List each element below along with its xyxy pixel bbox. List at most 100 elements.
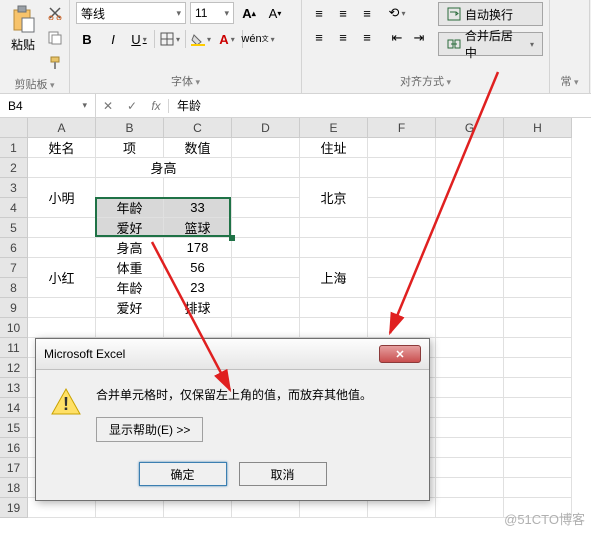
ok-button[interactable]: 确定 bbox=[139, 462, 227, 486]
cell[interactable] bbox=[232, 298, 300, 318]
cell[interactable]: 年龄 bbox=[96, 198, 164, 218]
cell[interactable] bbox=[436, 178, 504, 198]
cell[interactable] bbox=[300, 158, 368, 178]
row-header[interactable]: 12 bbox=[0, 358, 28, 378]
cell[interactable] bbox=[436, 418, 504, 438]
cell[interactable] bbox=[436, 358, 504, 378]
cell[interactable] bbox=[436, 338, 504, 358]
cell[interactable]: 体重 bbox=[96, 258, 164, 278]
fx-button[interactable]: fx bbox=[144, 99, 168, 113]
cell[interactable] bbox=[368, 318, 436, 338]
align-bottom-button[interactable]: ≡ bbox=[356, 2, 378, 24]
row-header[interactable]: 6 bbox=[0, 238, 28, 258]
cell[interactable] bbox=[300, 298, 368, 318]
cell[interactable] bbox=[368, 198, 436, 218]
phonetic-button[interactable]: wén文 bbox=[247, 28, 269, 50]
cell[interactable] bbox=[232, 138, 300, 158]
cell[interactable] bbox=[164, 318, 232, 338]
cell[interactable] bbox=[368, 298, 436, 318]
col-header[interactable]: B bbox=[96, 118, 164, 138]
font-name-select[interactable]: 等线▾ bbox=[76, 2, 186, 24]
cell[interactable] bbox=[232, 498, 300, 518]
cell[interactable] bbox=[436, 278, 504, 298]
cell[interactable] bbox=[504, 218, 572, 238]
enter-formula-button[interactable]: ✓ bbox=[120, 99, 144, 113]
cell[interactable] bbox=[368, 238, 436, 258]
row-header[interactable]: 2 bbox=[0, 158, 28, 178]
cell[interactable] bbox=[232, 238, 300, 258]
cell[interactable] bbox=[232, 178, 300, 198]
row-header[interactable]: 19 bbox=[0, 498, 28, 518]
cell[interactable] bbox=[504, 158, 572, 178]
cell[interactable] bbox=[164, 498, 232, 518]
increase-font-button[interactable]: A▴ bbox=[238, 2, 260, 24]
align-right-button[interactable]: ≡ bbox=[356, 26, 378, 48]
cell[interactable] bbox=[232, 198, 300, 218]
paste-button[interactable]: 粘贴 bbox=[6, 2, 40, 55]
cell[interactable] bbox=[504, 258, 572, 278]
dialog-close-button[interactable]: ✕ bbox=[379, 345, 421, 363]
increase-indent-button[interactable]: ⇥ bbox=[408, 27, 430, 49]
cell[interactable] bbox=[436, 318, 504, 338]
cell[interactable] bbox=[504, 138, 572, 158]
cell[interactable] bbox=[436, 158, 504, 178]
align-middle-button[interactable]: ≡ bbox=[332, 2, 354, 24]
cell[interactable]: 爱好 bbox=[96, 218, 164, 238]
cell[interactable] bbox=[28, 298, 96, 318]
cell[interactable]: 56 bbox=[164, 258, 232, 278]
row-header[interactable]: 13 bbox=[0, 378, 28, 398]
cell[interactable] bbox=[368, 278, 436, 298]
cell[interactable]: 178 bbox=[164, 238, 232, 258]
cell[interactable] bbox=[436, 138, 504, 158]
cell[interactable]: 篮球 bbox=[164, 218, 232, 238]
cell[interactable] bbox=[436, 198, 504, 218]
row-header[interactable]: 11 bbox=[0, 338, 28, 358]
cell[interactable] bbox=[300, 318, 368, 338]
row-header[interactable]: 1 bbox=[0, 138, 28, 158]
name-box[interactable]: B4▾ bbox=[0, 94, 96, 117]
cell[interactable] bbox=[504, 398, 572, 418]
col-header[interactable]: E bbox=[300, 118, 368, 138]
format-painter-button[interactable] bbox=[44, 52, 66, 74]
cell[interactable] bbox=[436, 458, 504, 478]
cell[interactable] bbox=[28, 218, 96, 238]
col-header[interactable]: H bbox=[504, 118, 572, 138]
row-header[interactable]: 16 bbox=[0, 438, 28, 458]
select-all-corner[interactable] bbox=[0, 118, 28, 138]
cell[interactable]: 小明 bbox=[28, 178, 96, 218]
row-header[interactable]: 14 bbox=[0, 398, 28, 418]
cell[interactable] bbox=[436, 238, 504, 258]
cell[interactable] bbox=[28, 238, 96, 258]
cell[interactable] bbox=[300, 498, 368, 518]
row-header[interactable]: 5 bbox=[0, 218, 28, 238]
cell[interactable] bbox=[436, 258, 504, 278]
cell[interactable] bbox=[436, 478, 504, 498]
cell[interactable] bbox=[504, 478, 572, 498]
cell[interactable]: 项 bbox=[96, 138, 164, 158]
cell[interactable]: 上海 bbox=[300, 258, 368, 298]
col-header[interactable]: A bbox=[28, 118, 96, 138]
row-header[interactable]: 10 bbox=[0, 318, 28, 338]
cell[interactable] bbox=[504, 198, 572, 218]
row-header[interactable]: 9 bbox=[0, 298, 28, 318]
cut-button[interactable] bbox=[44, 2, 66, 24]
decrease-font-button[interactable]: A▾ bbox=[264, 2, 286, 24]
cell[interactable] bbox=[96, 318, 164, 338]
font-color-button[interactable]: A bbox=[216, 28, 238, 50]
col-header[interactable]: G bbox=[436, 118, 504, 138]
cell[interactable] bbox=[436, 498, 504, 518]
cancel-formula-button[interactable]: ✕ bbox=[96, 99, 120, 113]
show-help-button[interactable]: 显示帮助(E) >> bbox=[96, 417, 203, 442]
cell[interactable] bbox=[28, 498, 96, 518]
cell[interactable] bbox=[504, 178, 572, 198]
cell[interactable]: 住址 bbox=[300, 138, 368, 158]
cell[interactable]: 北京 bbox=[300, 178, 368, 218]
cell[interactable] bbox=[504, 438, 572, 458]
cell[interactable]: 排球 bbox=[164, 298, 232, 318]
cell[interactable] bbox=[504, 298, 572, 318]
cell[interactable] bbox=[504, 378, 572, 398]
row-header[interactable]: 17 bbox=[0, 458, 28, 478]
cell[interactable] bbox=[28, 318, 96, 338]
cell[interactable] bbox=[504, 338, 572, 358]
row-header[interactable]: 4 bbox=[0, 198, 28, 218]
